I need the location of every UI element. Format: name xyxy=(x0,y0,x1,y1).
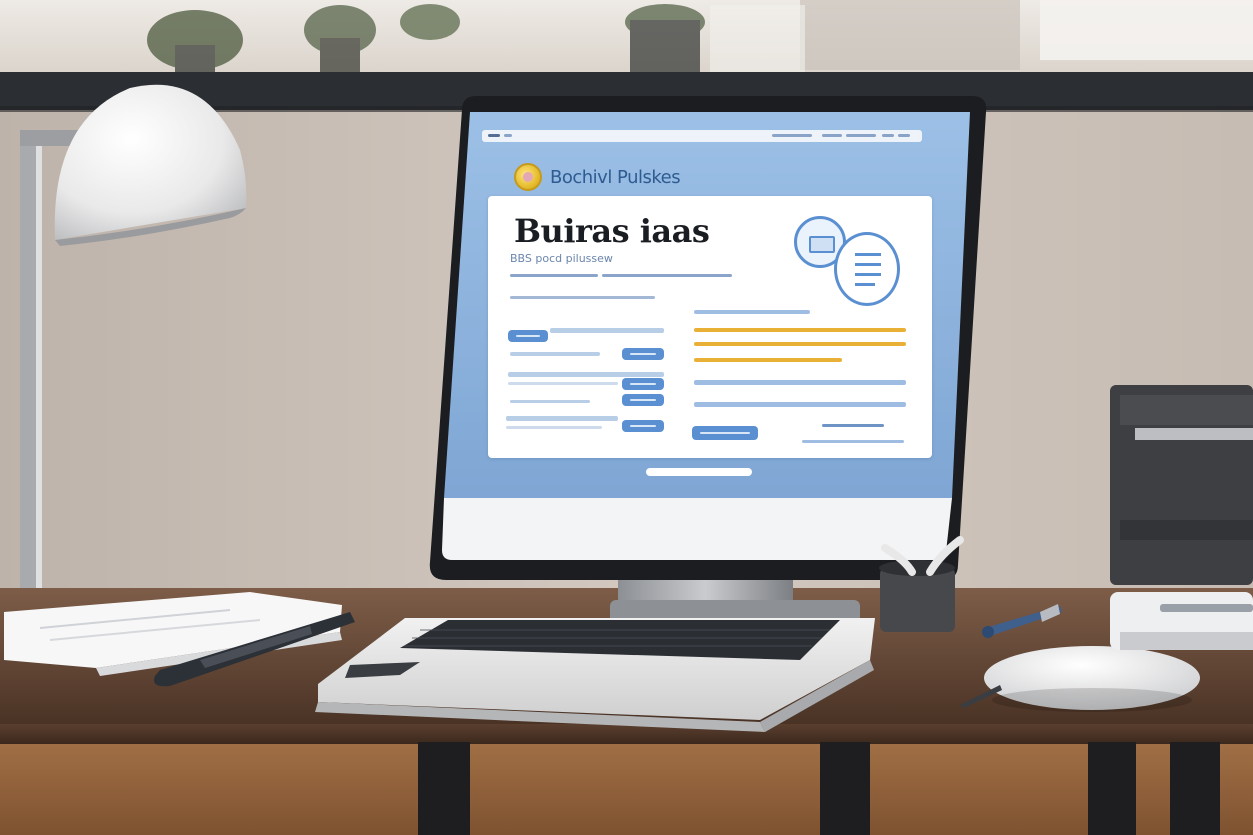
nav-link[interactable] xyxy=(822,134,842,137)
link-text[interactable] xyxy=(822,424,884,427)
text-line xyxy=(802,440,904,443)
text-line xyxy=(694,402,906,407)
form-action-button[interactable] xyxy=(622,394,664,406)
tablet-device xyxy=(1110,592,1253,650)
text-line xyxy=(694,310,810,314)
form-field[interactable] xyxy=(506,416,618,421)
nav-link[interactable] xyxy=(772,134,812,137)
document-icon xyxy=(834,232,900,306)
form-action-button[interactable] xyxy=(622,378,664,390)
site-brand[interactable]: Bochivl Pulskes xyxy=(514,162,681,192)
highlight-line xyxy=(694,342,906,346)
printer-blur xyxy=(1110,385,1253,585)
nav-link[interactable] xyxy=(898,134,910,137)
form-field[interactable] xyxy=(510,400,590,403)
form-field[interactable] xyxy=(550,328,664,333)
nav-link[interactable] xyxy=(504,134,512,137)
text-line xyxy=(510,274,598,277)
form-submit-button[interactable] xyxy=(622,420,664,432)
monitor-screen: Bochivl Pulskes Buiras iaas BBS pocd pil… xyxy=(440,104,952,556)
page-subtitle: BBS pocd pilussew xyxy=(510,252,613,265)
photo-scene: Bochivl Pulskes Buiras iaas BBS pocd pil… xyxy=(0,0,1253,835)
primary-button[interactable] xyxy=(692,426,758,440)
nav-link[interactable] xyxy=(882,134,894,137)
screen-footer-bar xyxy=(646,468,752,476)
form-hint xyxy=(506,426,602,429)
form-field[interactable] xyxy=(510,352,600,356)
browser-nav-bar xyxy=(482,130,922,142)
highlight-line xyxy=(694,358,842,362)
form-action-button[interactable] xyxy=(622,348,664,360)
laptop xyxy=(315,618,875,732)
page-headline: Buiras iaas xyxy=(514,212,710,250)
highlight-line xyxy=(694,328,906,332)
form-tag-button[interactable] xyxy=(508,330,548,342)
hero-card: Buiras iaas BBS pocd pilussew xyxy=(488,196,932,458)
form-hint xyxy=(508,382,618,385)
coin-logo-icon xyxy=(514,163,542,191)
text-line xyxy=(510,296,655,299)
nav-link[interactable] xyxy=(846,134,876,137)
form-field[interactable] xyxy=(508,372,664,377)
text-line xyxy=(694,380,906,385)
text-line xyxy=(602,274,732,277)
brand-name: Bochivl Pulskes xyxy=(550,166,681,188)
nav-logo-mark xyxy=(488,134,500,137)
